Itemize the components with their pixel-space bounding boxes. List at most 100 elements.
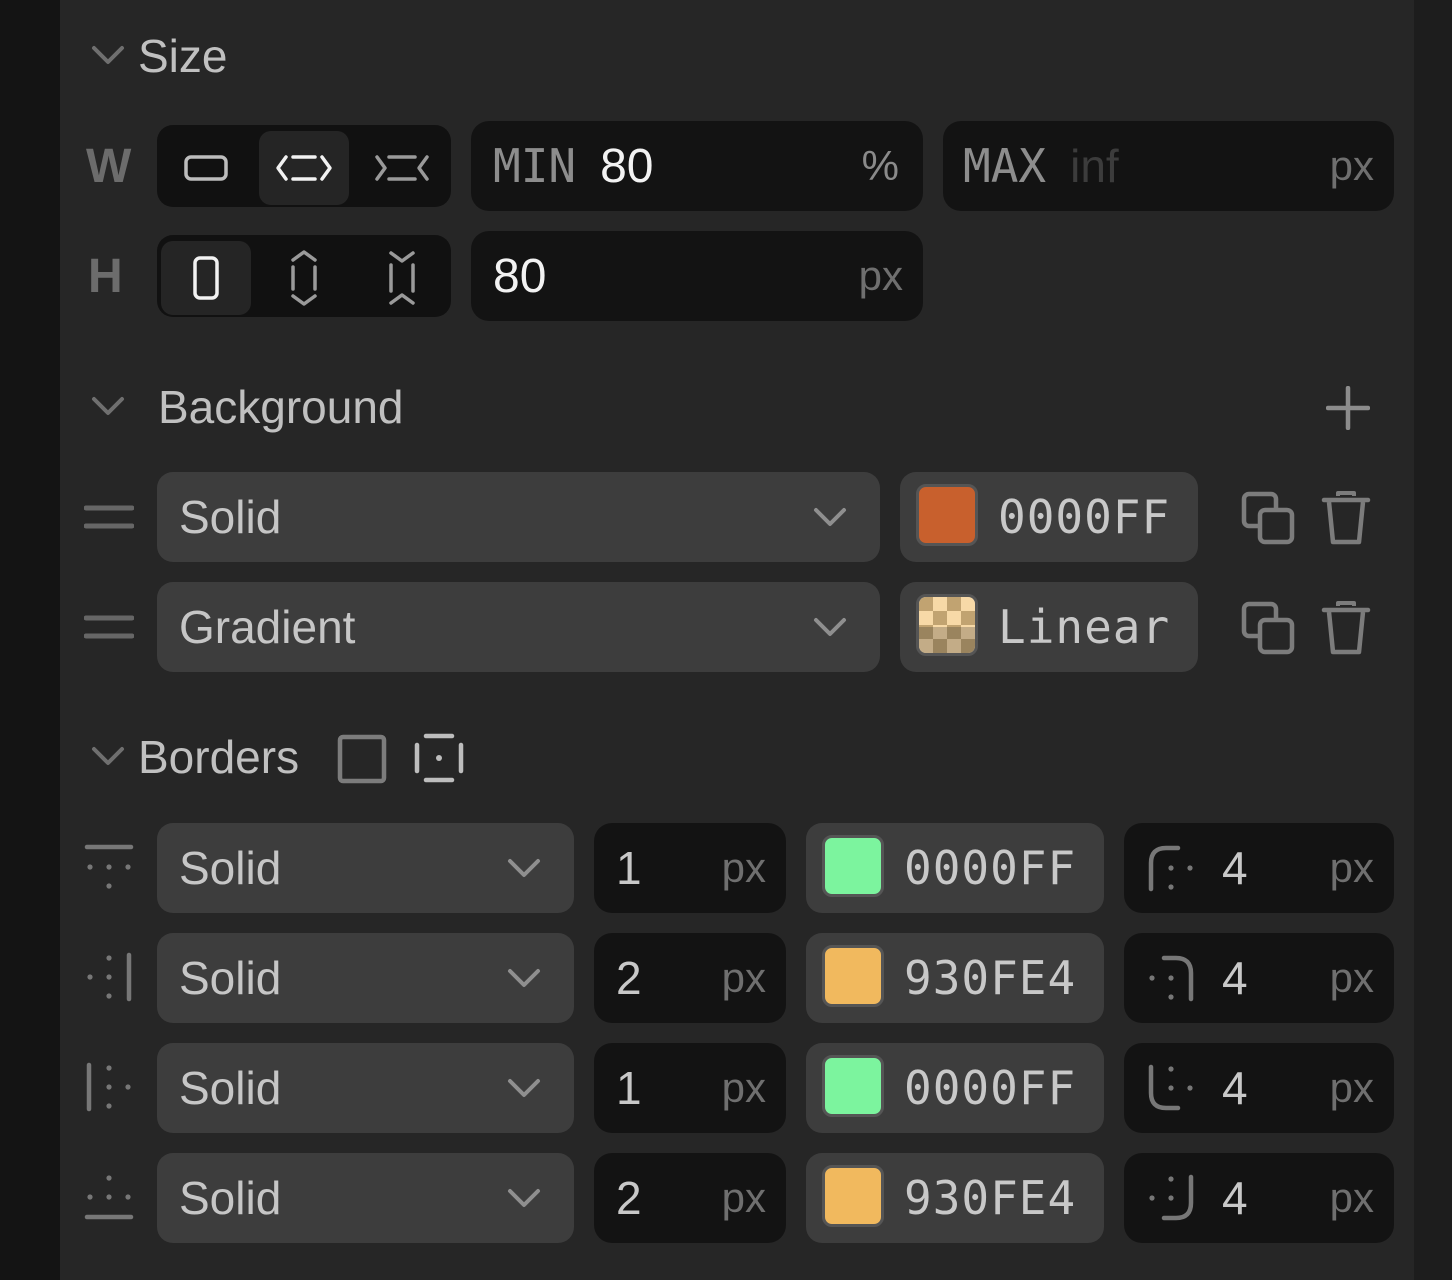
border-radius-unit: px <box>1329 1174 1374 1221</box>
border-width-value: 2 <box>616 952 642 1004</box>
height-mode-fixed[interactable] <box>161 241 251 315</box>
chevron-down-icon <box>508 1079 540 1097</box>
border-color-field[interactable]: 930FE4 <box>806 1153 1104 1243</box>
width-min-field[interactable]: MIN 80 % <box>471 121 923 211</box>
color-swatch[interactable] <box>822 835 884 897</box>
color-swatch[interactable] <box>916 484 978 546</box>
color-swatch[interactable] <box>822 1055 884 1117</box>
border-radius-value: 4 <box>1222 1172 1248 1224</box>
height-value-field[interactable]: 80 px <box>471 231 923 321</box>
duplicate-button[interactable] <box>1240 600 1296 656</box>
border-width-field[interactable]: 1 px <box>594 823 786 913</box>
chevron-down-icon <box>92 397 124 415</box>
border-style-select[interactable]: Solid <box>157 933 574 1023</box>
add-background-button[interactable] <box>1324 384 1372 432</box>
background-type-select[interactable]: Solid <box>157 472 880 562</box>
background-type-select[interactable]: Gradient <box>157 582 880 672</box>
border-radius-field[interactable]: 4 px <box>1124 1043 1394 1133</box>
border-width-unit: px <box>721 954 766 1001</box>
border-width-field[interactable]: 1 px <box>594 1043 786 1133</box>
border-width-unit: px <box>721 1174 766 1221</box>
border-style-value: Solid <box>179 842 282 894</box>
height-mode-segment <box>157 235 451 317</box>
border-radius-field[interactable]: 4 px <box>1124 933 1394 1023</box>
border-style-value: Solid <box>179 1172 282 1224</box>
border-left-icon <box>84 1062 134 1112</box>
borders-section-toggle[interactable] <box>88 737 128 777</box>
border-style-value: Solid <box>179 952 282 1004</box>
border-color-hex: 930FE4 <box>904 1171 1077 1225</box>
border-style-select[interactable]: Solid <box>157 1153 574 1243</box>
border-color-field[interactable]: 930FE4 <box>806 933 1104 1023</box>
border-style-select[interactable]: Solid <box>157 823 574 913</box>
color-swatch[interactable] <box>822 1165 884 1227</box>
min-value: 80 <box>600 139 654 193</box>
height-mode-fill[interactable] <box>259 241 349 315</box>
width-max-field[interactable]: MAX inf px <box>943 121 1394 211</box>
border-width-value: 1 <box>616 842 642 894</box>
drag-handle[interactable] <box>84 610 134 644</box>
border-radius-field[interactable]: 4 px <box>1124 823 1394 913</box>
border-radius-unit: px <box>1329 844 1374 891</box>
corner-bottom-right-icon <box>1149 1174 1194 1221</box>
checker-pattern-icon <box>919 597 975 653</box>
border-width-unit: px <box>721 1064 766 1111</box>
gradient-swatch[interactable] <box>916 594 978 656</box>
plus-icon <box>1326 386 1370 430</box>
width-mode-fill[interactable] <box>259 131 349 205</box>
border-radius-field[interactable]: 4 px <box>1124 1153 1394 1243</box>
border-radius-unit: px <box>1329 954 1374 1001</box>
height-mode-shrink[interactable] <box>357 241 447 315</box>
width-mode-segment <box>157 125 451 207</box>
min-label: MIN <box>493 139 577 193</box>
border-style-select[interactable]: Solid <box>157 1043 574 1133</box>
background-section-title: Background <box>158 381 404 433</box>
chevron-down-icon <box>508 1189 540 1207</box>
border-width-unit: px <box>721 844 766 891</box>
delete-button[interactable] <box>1318 488 1374 548</box>
border-radius-value: 4 <box>1222 952 1248 1004</box>
border-width-value: 2 <box>616 1172 642 1224</box>
drag-handle-icon <box>84 615 134 639</box>
border-color-field[interactable]: 0000FF <box>806 823 1104 913</box>
background-type-value: Solid <box>179 491 282 543</box>
fill-height-icon <box>291 250 317 306</box>
fixed-height-icon <box>193 256 219 300</box>
border-radius-unit: px <box>1329 1064 1374 1111</box>
drag-handle-icon <box>84 505 134 529</box>
color-swatch[interactable] <box>822 945 884 1007</box>
size-section-toggle[interactable] <box>88 36 128 76</box>
gradient-kind: Linear <box>998 600 1171 654</box>
duplicate-button[interactable] <box>1240 490 1296 546</box>
chevron-down-icon <box>814 508 846 526</box>
corner-top-left-icon <box>1148 845 1193 892</box>
max-placeholder: inf <box>1070 140 1119 192</box>
width-mode-fixed[interactable] <box>161 131 251 205</box>
height-value: 80 <box>493 249 547 303</box>
corner-top-right-icon <box>1149 955 1194 1002</box>
border-color-hex: 0000FF <box>904 1061 1077 1115</box>
border-radius-value: 4 <box>1222 842 1248 894</box>
delete-button[interactable] <box>1318 598 1374 658</box>
width-mode-shrink[interactable] <box>357 131 447 205</box>
background-section-toggle[interactable] <box>88 387 128 427</box>
border-width-field[interactable]: 2 px <box>594 933 786 1023</box>
border-bottom-icon <box>84 1172 134 1222</box>
height-unit: px <box>858 252 903 299</box>
borders-per-side-toggle[interactable] <box>410 729 468 787</box>
border-color-field[interactable]: 0000FF <box>806 1043 1104 1133</box>
min-unit: % <box>861 142 899 189</box>
background-color-field[interactable]: 0000FF <box>900 472 1198 562</box>
drag-handle[interactable] <box>84 500 134 534</box>
background-color-hex: 0000FF <box>998 490 1171 544</box>
gradient-field[interactable]: Linear <box>900 582 1198 672</box>
border-color-hex: 930FE4 <box>904 951 1077 1005</box>
borders-all-sides-toggle[interactable] <box>334 731 390 787</box>
border-width-value: 1 <box>616 1062 642 1114</box>
border-width-field[interactable]: 2 px <box>594 1153 786 1243</box>
border-top-icon <box>84 842 134 892</box>
trash-icon <box>1321 601 1371 655</box>
duplicate-icon <box>1241 601 1295 655</box>
background-type-value: Gradient <box>179 601 356 653</box>
borders-section-title: Borders <box>138 731 300 783</box>
